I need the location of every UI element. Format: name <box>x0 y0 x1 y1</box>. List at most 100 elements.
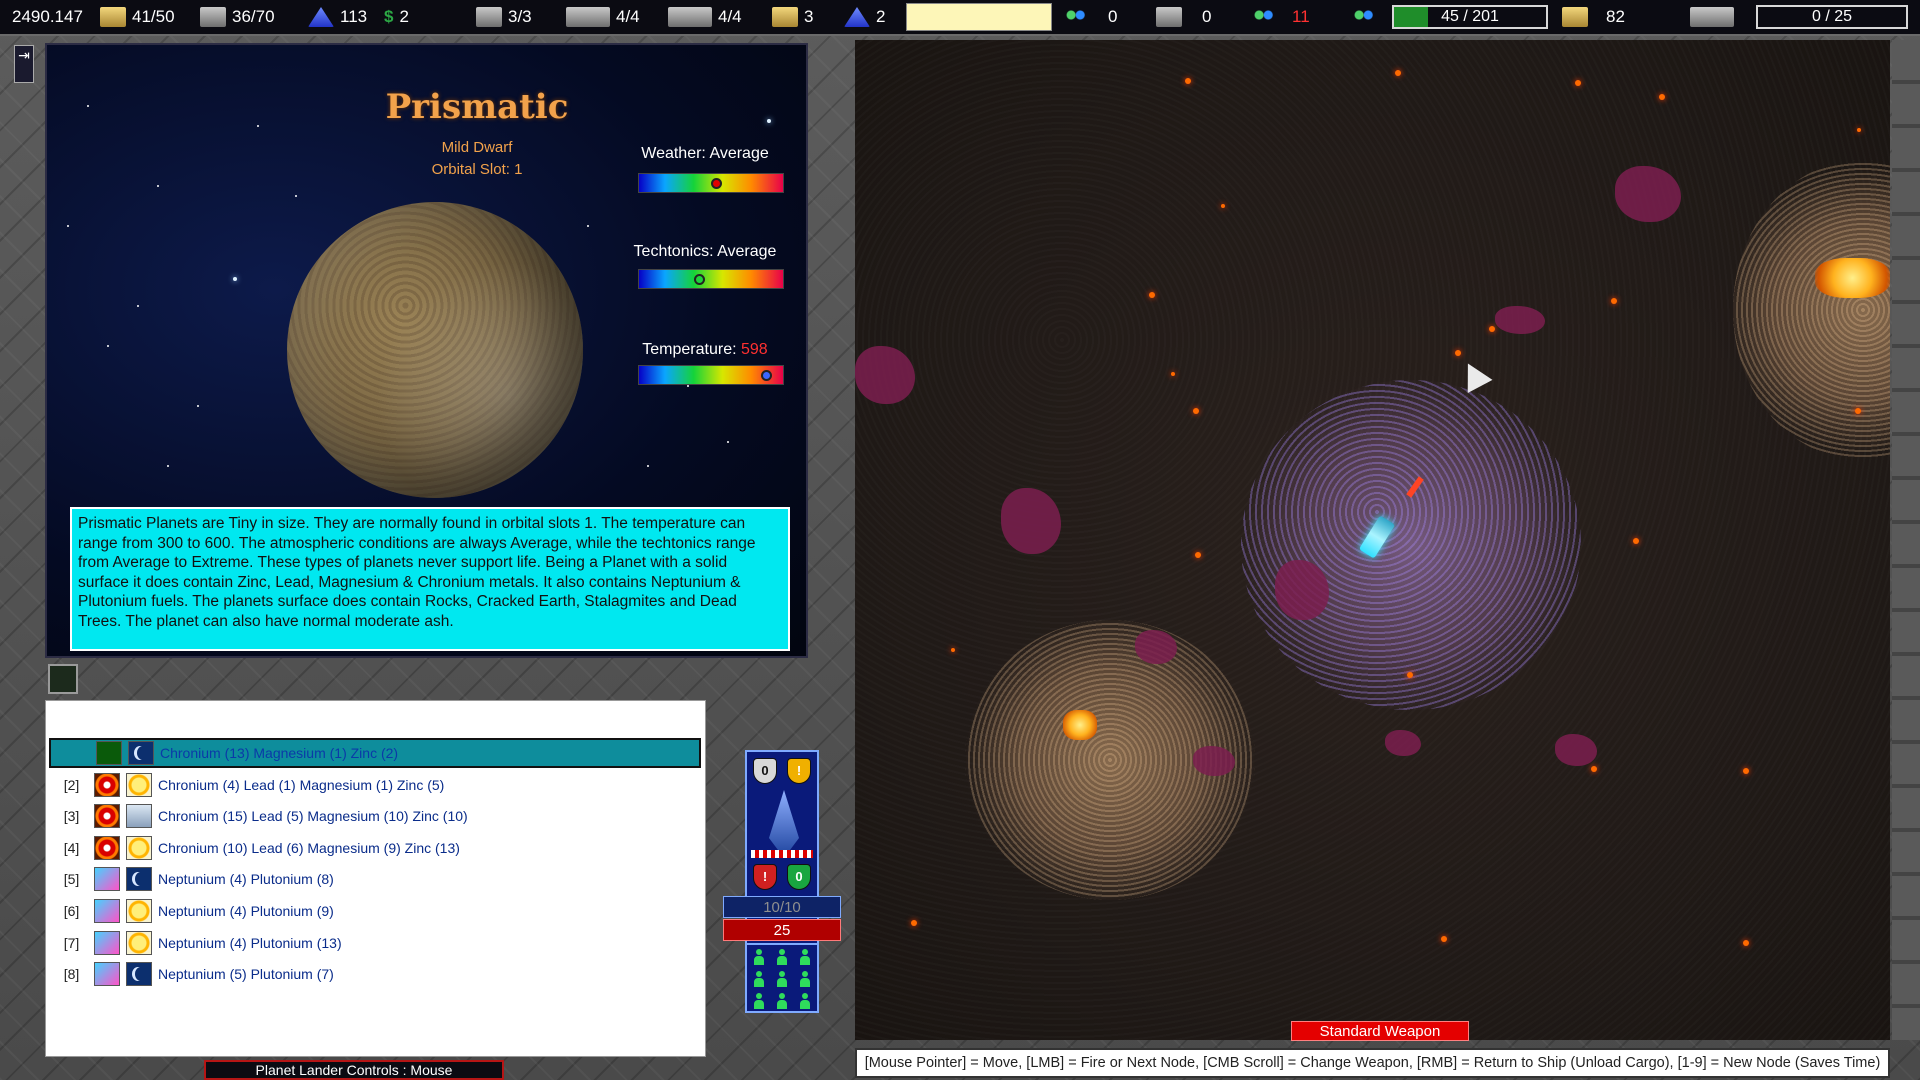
officers-readout: 3 <box>772 0 813 34</box>
fighters-value: 4/4 <box>718 7 742 26</box>
progress-bar: 45 / 201 <box>1392 5 1548 29</box>
ember <box>1171 372 1175 376</box>
medic-icon <box>1062 7 1088 27</box>
star <box>257 125 259 127</box>
arrow-right-icon: ⇥ <box>18 47 30 63</box>
crew-member-icon <box>753 971 765 987</box>
resource-node-contents: Chronium (13) Magnesium (1) Zinc (2) <box>160 745 399 761</box>
temperature-meter-marker <box>761 370 772 381</box>
planet-lander-icon[interactable] <box>48 664 78 694</box>
cargo-slots-box: 0 / 25 <box>1756 5 1908 29</box>
ember <box>1407 672 1413 678</box>
cloud-icon <box>126 804 152 829</box>
lander-controls-label: Planet Lander Controls : Mouse <box>204 1060 504 1080</box>
ember <box>1743 768 1749 774</box>
planet-info-panel: Prismatic Mild Dwarf Orbital Slot: 1 Wea… <box>45 43 808 658</box>
tectonics-meter-marker <box>694 274 705 285</box>
star <box>197 405 199 407</box>
crew-member-icon <box>776 949 788 965</box>
weather-meter-marker <box>711 178 722 189</box>
resource-node-contents: Neptunium (5) Plutonium (7) <box>158 966 334 983</box>
green-battery-icon <box>96 741 122 765</box>
ember <box>1441 936 1447 942</box>
ember <box>1455 350 1461 356</box>
crystal-fuel-icon <box>94 962 120 987</box>
resource-node-contents: Neptunium (4) Plutonium (9) <box>158 903 334 919</box>
message-box[interactable] <box>906 3 1052 31</box>
star <box>137 305 139 307</box>
lava-vent <box>1063 710 1097 740</box>
crew-icon <box>308 7 334 27</box>
sun-icon <box>126 899 152 923</box>
fuel-readout: 36/70 <box>200 0 275 34</box>
crew-value: 113 <box>340 7 368 26</box>
crew-member-icon <box>753 949 765 965</box>
medics-readout: 0 <box>1062 0 1117 34</box>
crystal-fuel-icon <box>94 899 120 923</box>
resource-node-row[interactable]: [2] Chronium (4) Lead (1) Magnesium (1) Z… <box>49 770 701 800</box>
progress-bar-label: 45 / 201 <box>1441 8 1499 25</box>
crew-readout: 113 <box>308 0 367 34</box>
ember <box>1193 408 1199 414</box>
shield-icon: ! <box>753 864 777 890</box>
crew-member-icon <box>776 971 788 987</box>
casualty-icon <box>1250 7 1276 27</box>
tank-icon <box>566 7 610 27</box>
resource-node-index: [6] <box>63 903 80 919</box>
scanned-area-edge <box>1733 160 1890 460</box>
tectonics-meter <box>638 269 784 289</box>
current-weapon-label[interactable]: Standard Weapon <box>1291 1021 1469 1041</box>
medics-value: 0 <box>1108 7 1118 26</box>
resource-node-contents: Chronium (10) Lead (6) Magnesium (9) Zin… <box>158 839 460 856</box>
right-frame <box>1892 40 1920 1040</box>
temperature-label-text: Temperature: <box>642 341 737 358</box>
fighter-icon <box>668 7 712 27</box>
rock <box>1001 488 1061 554</box>
resource-node-contents: Chronium (4) Lead (1) Magnesium (1) Zinc… <box>158 776 445 793</box>
lander-crew-panel <box>745 943 819 1013</box>
planet-orbital-slot: Orbital Slot: 1 <box>431 161 523 178</box>
officer-icon <box>772 7 798 27</box>
crew-member-icon <box>799 949 811 965</box>
colonists-readout: 82 <box>1562 0 1625 34</box>
resource-node-row[interactable]: [5] Neptunium (4) Plutonium (8) <box>49 864 701 894</box>
ember <box>1743 940 1749 946</box>
resource-node-row[interactable]: [1]Chronium (13) Magnesium (1) Zinc (2) <box>49 738 701 768</box>
temperature-label: Temperature: 598 <box>615 341 795 359</box>
star <box>647 465 649 467</box>
ember <box>1591 766 1597 772</box>
star <box>767 119 771 123</box>
shuttle-icon <box>476 7 502 27</box>
resource-node-row[interactable]: [4] Chronium (10) Lead (6) Magnesium (9) … <box>49 833 701 863</box>
controls-help-bar: [Mouse Pointer] = Move, [LMB] = Fire or … <box>855 1048 1890 1078</box>
top-status-bar: 2490.147 41/50 36/70 113 $ 2 3/3 4/4 4/4 <box>0 0 1920 36</box>
resource-node-row[interactable]: [7] Neptunium (4) Plutonium (13) <box>49 928 701 958</box>
star <box>107 345 109 347</box>
ember <box>1855 408 1861 414</box>
temperature-meter <box>638 365 784 385</box>
hull-strip <box>751 850 813 858</box>
resource-node-row[interactable]: [6] Neptunium (4) Plutonium (9) <box>49 896 701 926</box>
colonists-value: 82 <box>1606 7 1625 26</box>
resource-node-index: [8] <box>63 966 80 983</box>
sun-icon <box>126 930 152 955</box>
star <box>87 105 89 107</box>
shield-icon: ! <box>787 758 811 784</box>
resource-node-row[interactable]: [3] Chronium (15) Lead (5) Magnesium (10)… <box>49 801 701 831</box>
rock <box>1135 630 1177 664</box>
red-ore-icon <box>94 804 120 829</box>
rock <box>1495 306 1545 334</box>
side-toolbar-button[interactable]: ⇥ <box>14 45 34 83</box>
scanned-area-purple <box>1241 380 1581 710</box>
shuttles-value: 3/3 <box>508 7 532 26</box>
resource-node-row[interactable]: [8] Neptunium (5) Plutonium (7) <box>49 959 701 989</box>
engineers-value: 0 <box>1202 7 1212 26</box>
resource-node-contents: Neptunium (4) Plutonium (13) <box>158 934 342 951</box>
sun-icon <box>126 835 152 860</box>
engineer-icon <box>1156 7 1182 27</box>
resource-node-index: [4] <box>63 839 80 856</box>
rock <box>855 346 915 404</box>
rock <box>1385 730 1421 756</box>
red-ore-icon <box>94 835 120 860</box>
ember <box>1395 70 1401 76</box>
